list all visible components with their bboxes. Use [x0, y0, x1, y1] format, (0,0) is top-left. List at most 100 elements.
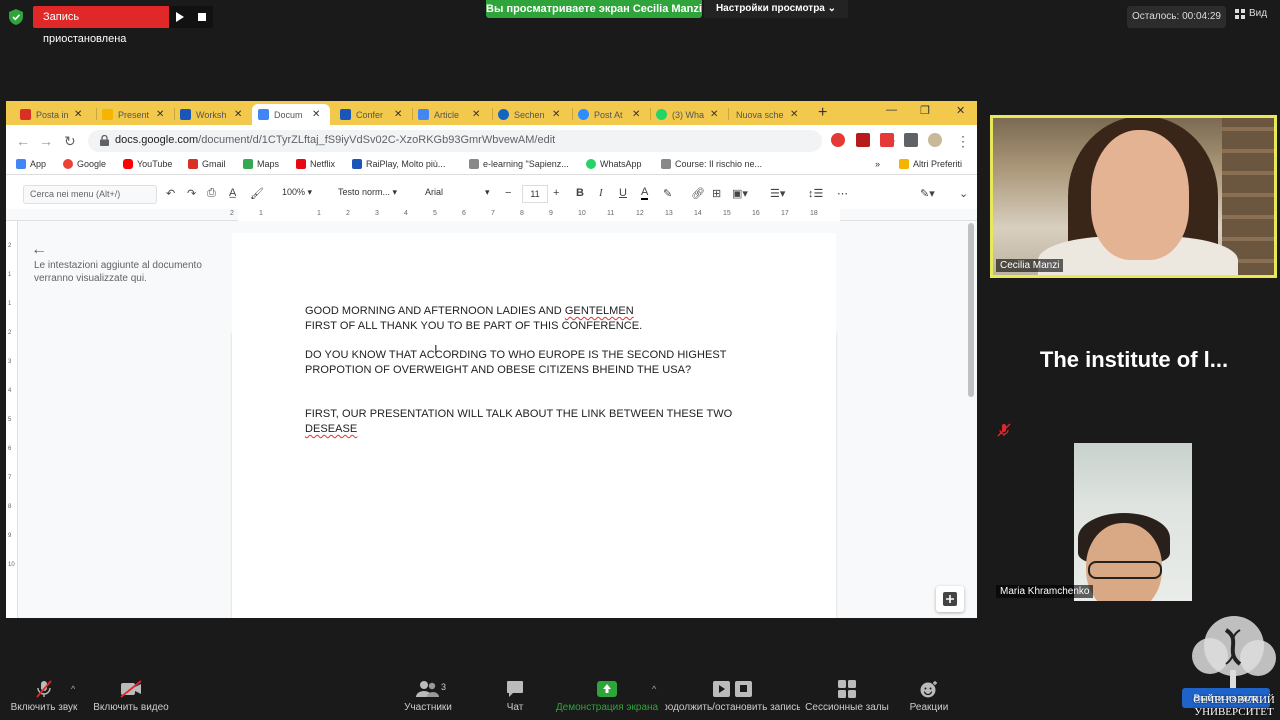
- menu-search-input[interactable]: Cerca nei menu (Alt+/): [23, 185, 157, 204]
- share-screen-button[interactable]: Демонстрация экрана: [553, 672, 661, 720]
- tab-article[interactable]: Article ✕: [412, 104, 480, 125]
- minimize-button[interactable]: —: [886, 104, 897, 116]
- font-select[interactable]: Arial ▾: [425, 187, 495, 197]
- unmute-button[interactable]: Включить звук: [8, 672, 80, 720]
- more-menu-icon[interactable]: ⋮: [956, 133, 970, 150]
- bookmark-netflix[interactable]: Netflix: [296, 159, 335, 169]
- close-tab-icon[interactable]: ✕: [394, 109, 402, 120]
- url-omnibox[interactable]: docs.google.com/document/d/1CTyrZLftaj_f…: [88, 130, 897, 152]
- forward-icon[interactable]: →: [39, 133, 53, 149]
- bookmark-raiplay[interactable]: RaiPlay, Molto più...: [352, 159, 445, 169]
- more-options-icon[interactable]: ⋯: [837, 187, 848, 200]
- page-icon: [340, 109, 351, 120]
- video-tile-institute[interactable]: The institute of l...: [993, 283, 1275, 440]
- tab-slides[interactable]: Present ✕: [96, 104, 164, 125]
- spellcheck-icon[interactable]: A̲: [229, 187, 236, 199]
- chat-button[interactable]: Чат: [497, 672, 533, 720]
- close-tab-icon[interactable]: ✕: [472, 109, 480, 120]
- font-size-input[interactable]: 11: [522, 185, 548, 203]
- underline-button[interactable]: U: [619, 187, 627, 199]
- italic-button[interactable]: I: [599, 187, 603, 199]
- view-options-button[interactable]: Настройки просмотра ⌄: [704, 0, 848, 18]
- stop-recording-button[interactable]: [191, 6, 213, 28]
- bookmark-maps[interactable]: Maps: [243, 159, 279, 169]
- start-video-button[interactable]: Включить видео: [90, 672, 172, 720]
- tab-docs-active[interactable]: Docum ✕: [252, 104, 330, 125]
- audio-options-caret[interactable]: ^: [71, 684, 75, 694]
- collapse-toolbar-icon[interactable]: ⌄: [959, 187, 968, 200]
- tab-new-sheet[interactable]: Nuova sche ✕: [730, 104, 798, 125]
- other-bookmarks[interactable]: Altri Preferiti: [899, 159, 962, 169]
- tab-conference[interactable]: Confer ✕: [334, 104, 402, 125]
- resume-recording-button[interactable]: [169, 6, 191, 28]
- close-window-button[interactable]: ✕: [956, 104, 965, 117]
- highlight-icon[interactable]: ✎: [663, 187, 672, 200]
- adblock-icon[interactable]: [831, 133, 845, 147]
- decrease-font-size-icon[interactable]: −: [505, 187, 511, 199]
- outline-back-icon[interactable]: ←: [31, 241, 47, 259]
- puzzle-icon[interactable]: [904, 133, 918, 147]
- close-tab-icon[interactable]: ✕: [552, 109, 560, 120]
- tab-sechenov[interactable]: Sechen ✕: [492, 104, 560, 125]
- vertical-ruler-number: 1: [8, 272, 12, 278]
- bookmark-gmail[interactable]: Gmail: [188, 159, 226, 169]
- bookmark-label: Gmail: [202, 159, 226, 169]
- tab-whatsapp[interactable]: (3) Wha ✕: [650, 104, 718, 125]
- vertical-scrollbar[interactable]: [968, 223, 974, 397]
- zoom-select[interactable]: 100% ▾: [282, 187, 312, 198]
- extension-icon[interactable]: [880, 133, 894, 147]
- participants-button[interactable]: Участники 3: [400, 672, 456, 720]
- pdf-extension-icon[interactable]: [856, 133, 870, 147]
- bold-button[interactable]: B: [576, 187, 584, 199]
- document-page-body[interactable]: GOOD MORNING AND AFTERNOON LADIES AND GE…: [232, 233, 836, 618]
- bookmark-course[interactable]: Course: Il rischio ne...: [661, 159, 762, 169]
- add-comment-button[interactable]: [936, 586, 964, 612]
- bookmarks-overflow[interactable]: »: [875, 159, 880, 169]
- view-layout-button[interactable]: Вид: [1235, 8, 1267, 19]
- back-icon[interactable]: ←: [16, 133, 30, 149]
- undo-icon[interactable]: ↶: [166, 187, 175, 200]
- increase-font-size-icon[interactable]: +: [553, 187, 559, 199]
- insert-image-icon[interactable]: ▣▾: [732, 187, 748, 200]
- style-select[interactable]: Testo norm... ▾: [338, 187, 397, 198]
- bookmark-youtube[interactable]: YouTube: [123, 159, 172, 169]
- close-tab-icon[interactable]: ✕: [312, 109, 320, 120]
- close-tab-icon[interactable]: ✕: [156, 109, 164, 120]
- close-tab-icon[interactable]: ✕: [790, 109, 798, 120]
- editing-mode-icon[interactable]: ✎▾: [920, 187, 935, 200]
- ruler-number: 4: [404, 210, 408, 217]
- redo-icon[interactable]: ↷: [187, 187, 196, 200]
- bookmark-whatsapp[interactable]: WhatsApp: [586, 159, 642, 169]
- tab-workshop[interactable]: Worksh ✕: [174, 104, 242, 125]
- align-icon[interactable]: ☰▾: [770, 187, 785, 200]
- vertical-ruler-number: 2: [8, 330, 12, 336]
- close-tab-icon[interactable]: ✕: [710, 109, 718, 120]
- bookmark-elearning[interactable]: e-learning "Sapienz...: [469, 159, 569, 169]
- breakout-rooms-button[interactable]: Сессионные залы: [804, 672, 890, 720]
- record-button[interactable]: Продолжить/остановить запись: [665, 672, 800, 720]
- share-options-caret[interactable]: ^: [652, 684, 656, 694]
- restore-button[interactable]: ❐: [920, 104, 930, 117]
- video-tile-active-speaker[interactable]: Cecilia Manzi: [990, 115, 1277, 278]
- text-color-button[interactable]: A: [641, 187, 649, 200]
- bookmark-google[interactable]: Google: [63, 159, 106, 169]
- reload-icon[interactable]: ↻: [64, 133, 76, 150]
- profile-avatar[interactable]: [928, 133, 942, 147]
- paint-format-icon[interactable]: 🖌︎: [250, 187, 264, 200]
- close-tab-icon[interactable]: ✕: [632, 109, 640, 120]
- bookmark-apps[interactable]: App: [16, 159, 46, 169]
- address-bar: ← → ↻ docs.google.com/document/d/1CTyrZL…: [6, 125, 977, 157]
- video-tile-participant[interactable]: Maria Khramchenko: [993, 443, 1275, 601]
- line-spacing-icon[interactable]: ↕☰: [808, 187, 823, 200]
- tab-gmail[interactable]: Posta in ✕: [14, 104, 82, 125]
- print-icon[interactable]: ⎙: [207, 187, 216, 200]
- comment-icon[interactable]: ⊞: [712, 187, 721, 200]
- ruler-number: 1: [259, 210, 263, 217]
- close-tab-icon[interactable]: ✕: [74, 109, 82, 120]
- link-icon[interactable]: 🔗︎: [691, 187, 705, 200]
- tab-zoom[interactable]: Post At ✕: [572, 104, 640, 125]
- new-tab-button[interactable]: +: [818, 104, 827, 122]
- close-tab-icon[interactable]: ✕: [234, 109, 242, 120]
- security-shield-icon[interactable]: [9, 9, 23, 25]
- reactions-button[interactable]: Реакции: [904, 672, 954, 720]
